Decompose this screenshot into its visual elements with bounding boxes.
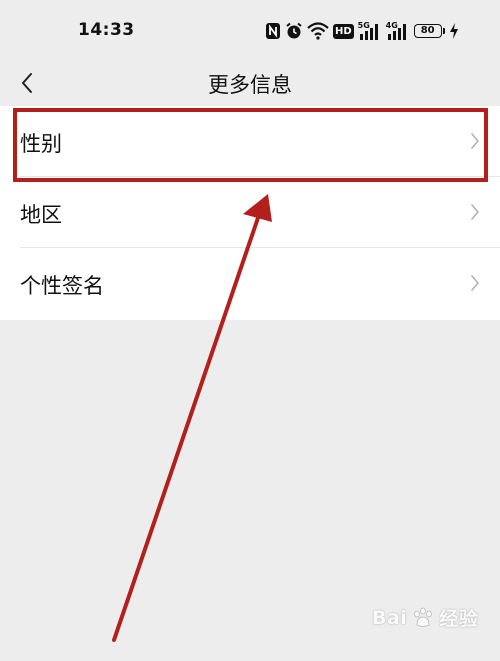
chevron-right-icon	[471, 133, 479, 149]
watermark-brand: Bai	[372, 606, 408, 629]
wifi-icon	[307, 21, 329, 41]
battery-icon: 80	[413, 21, 445, 41]
nav-bar: 更多信息	[0, 62, 500, 104]
net-5g-label: 5G	[357, 21, 370, 30]
list-item-label: 地区	[20, 203, 62, 227]
hd-icon: HD	[333, 21, 354, 41]
chevron-right-icon	[471, 275, 479, 291]
status-time: 14:33	[78, 20, 135, 40]
list-item-signature[interactable]: 个性签名	[20, 248, 500, 319]
charging-icon	[449, 21, 459, 41]
watermark-suffix: 经验	[439, 608, 479, 630]
alarm-icon	[285, 21, 303, 41]
status-icons: HD 5G 4G 80	[265, 20, 470, 42]
list-item-region[interactable]: 地区	[20, 177, 500, 248]
status-bar: 14:33 HD 5G 4G 80	[0, 0, 500, 62]
nfc-icon	[265, 21, 281, 41]
list-item-gender[interactable]: 性别	[20, 106, 500, 177]
baidu-watermark: Bai 经验	[372, 604, 478, 631]
signal-4g-icon: 4G	[386, 21, 410, 41]
signal-5g-icon: 5G	[358, 21, 382, 41]
hd-label: HD	[333, 23, 354, 39]
chevron-right-icon	[471, 204, 479, 220]
battery-level: 80	[420, 25, 435, 36]
list-item-label: 个性签名	[20, 274, 104, 298]
page-title: 更多信息	[208, 73, 292, 97]
list-item-label: 性别	[20, 132, 62, 156]
settings-list: 性别 地区 个性签名	[0, 106, 500, 320]
net-4g-label: 4G	[385, 21, 398, 30]
paw-icon	[414, 607, 433, 627]
